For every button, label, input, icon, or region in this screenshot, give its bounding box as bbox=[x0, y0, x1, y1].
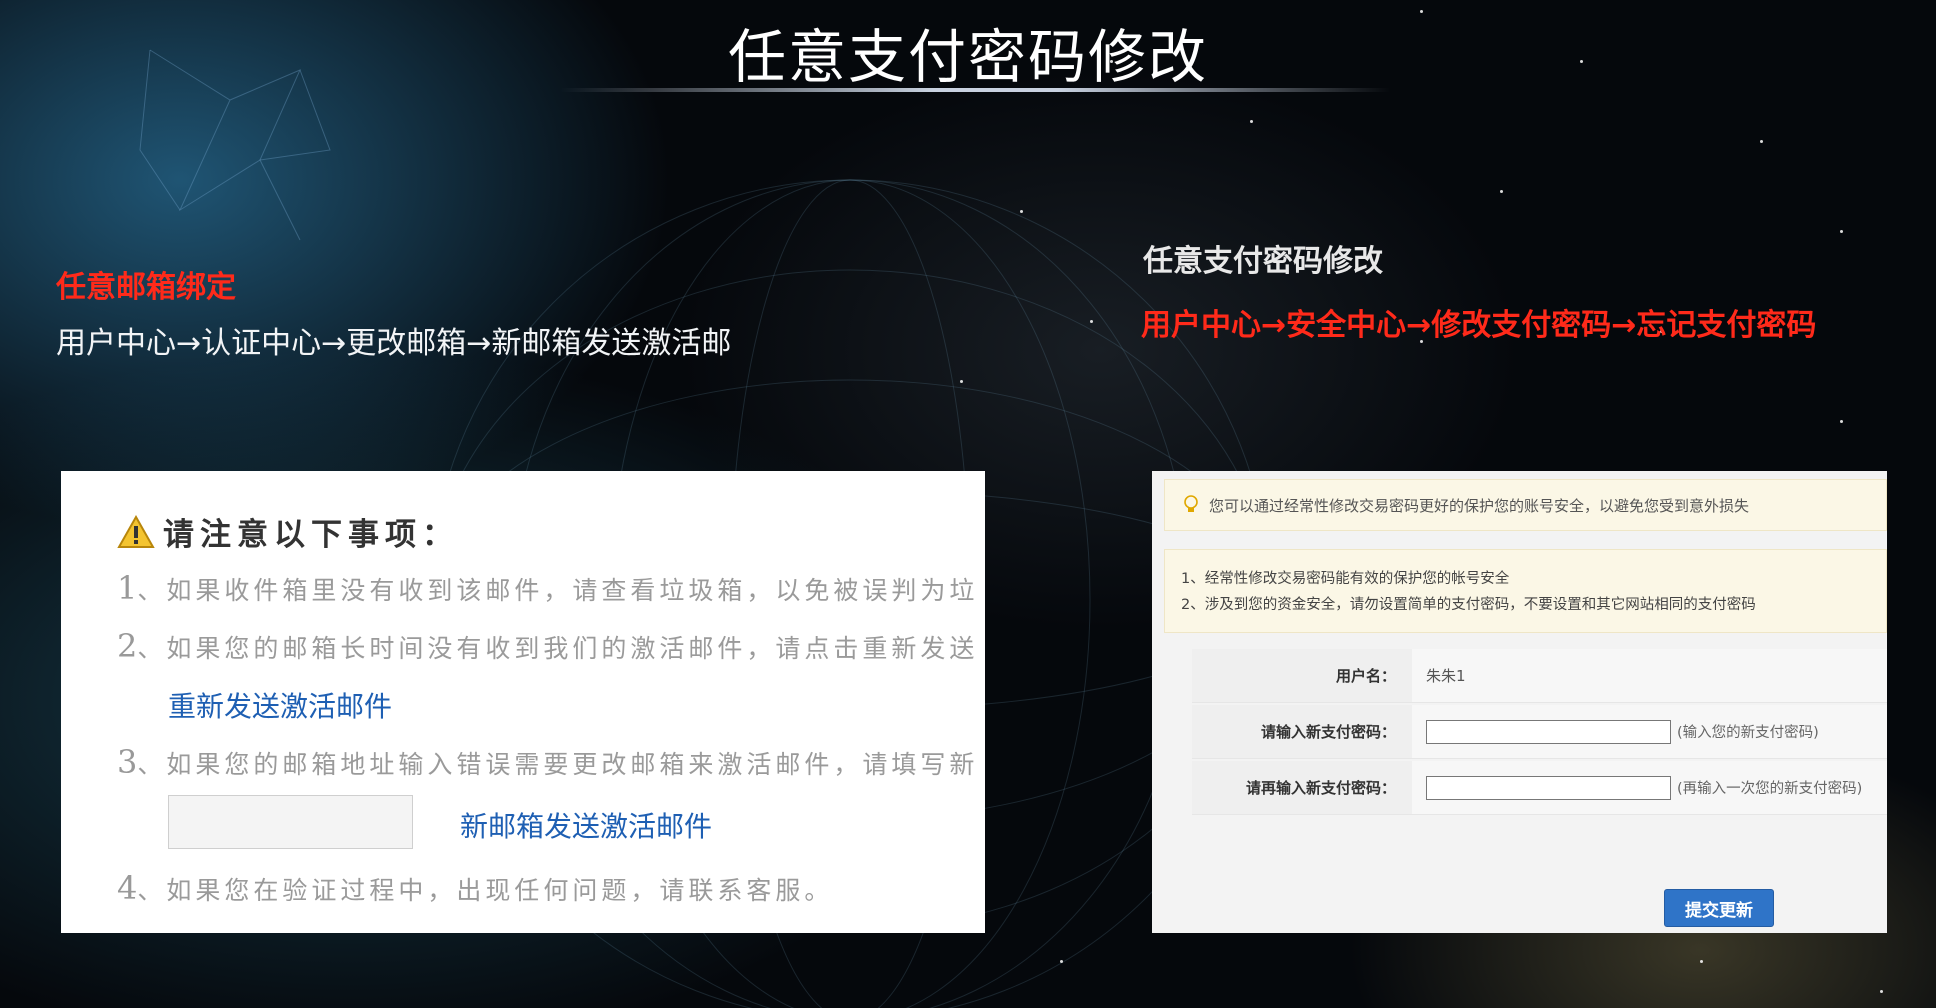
title-divider bbox=[560, 88, 1390, 92]
warning-icon bbox=[117, 514, 155, 548]
info-box: 1、经常性修改交易密码能有效的保护您的帐号安全 2、涉及到您的资金安全，请勿设置… bbox=[1164, 549, 1887, 633]
payment-password-heading: 任意支付密码修改 bbox=[1143, 244, 1383, 279]
resend-activation-link[interactable]: 重新发送激活邮件 bbox=[168, 685, 392, 725]
new-password-hint: (输入您的新支付密码) bbox=[1677, 725, 1819, 741]
tip-text: 您可以通过经常性修改交易密码更好的保护您的账号安全，以避免您受到意外损失 bbox=[1209, 496, 1750, 515]
note-item: 1、如果收件箱里没有收到该邮件，请查看垃圾箱，以免被误判为垃 bbox=[117, 569, 979, 607]
info-line: 1、经常性修改交易密码能有效的保护您的帐号安全 bbox=[1181, 571, 1510, 587]
note-item: 2、如果您的邮箱长时间没有收到我们的激活邮件，请点击重新发送 bbox=[117, 627, 979, 665]
email-binding-heading: 任意邮箱绑定 bbox=[56, 270, 236, 305]
info-line: 2、涉及到您的资金安全，请勿设置简单的支付密码，不要设置和其它网站相同的支付密码 bbox=[1181, 597, 1756, 613]
username-label: 用户名： bbox=[1192, 649, 1412, 702]
slide-title: 任意支付密码修改 bbox=[727, 23, 1208, 91]
confirm-password-hint: (再输入一次您的新支付密码) bbox=[1677, 781, 1863, 797]
confirm-password-label: 请再输入新支付密码： bbox=[1192, 761, 1412, 814]
payment-password-panel: 您可以通过经常性修改交易密码更好的保护您的账号安全，以避免您受到意外损失 1、经… bbox=[1152, 471, 1887, 933]
note-item: 4、如果您在验证过程中，出现任何问题，请联系客服。 bbox=[117, 869, 834, 907]
new-email-send-link[interactable]: 新邮箱发送激活邮件 bbox=[460, 805, 712, 845]
new-password-label: 请输入新支付密码： bbox=[1192, 705, 1412, 758]
email-binding-path: 用户中心→认证中心→更改邮箱→新邮箱发送激活邮 bbox=[56, 326, 732, 361]
submit-update-button[interactable]: 提交更新 bbox=[1664, 889, 1774, 927]
payment-password-path: 用户中心→安全中心→修改支付密码→忘记支付密码 bbox=[1141, 308, 1817, 343]
new-email-input[interactable] bbox=[168, 795, 413, 849]
confirm-password-input[interactable] bbox=[1426, 775, 1671, 800]
new-password-row: 请输入新支付密码： (输入您的新支付密码) bbox=[1192, 705, 1887, 759]
new-password-input[interactable] bbox=[1426, 719, 1671, 744]
note-item: 3、如果您的邮箱地址输入错误需要更改邮箱来激活邮件，请填写新 bbox=[117, 743, 979, 781]
confirm-password-row: 请再输入新支付密码： (再输入一次您的新支付密码) bbox=[1192, 761, 1887, 815]
username-row: 用户名： 朱朱1 bbox=[1192, 649, 1887, 703]
security-tip: 您可以通过经常性修改交易密码更好的保护您的账号安全，以避免您受到意外损失 bbox=[1164, 479, 1887, 531]
username-value: 朱朱1 bbox=[1426, 667, 1466, 685]
warning-title: 请注意以下事项： bbox=[163, 517, 459, 553]
email-activation-panel: 请注意以下事项： 1、如果收件箱里没有收到该邮件，请查看垃圾箱，以免被误判为垃 … bbox=[61, 471, 985, 933]
lightbulb-icon bbox=[1184, 495, 1198, 512]
warning-heading: 请注意以下事项： bbox=[117, 509, 459, 554]
